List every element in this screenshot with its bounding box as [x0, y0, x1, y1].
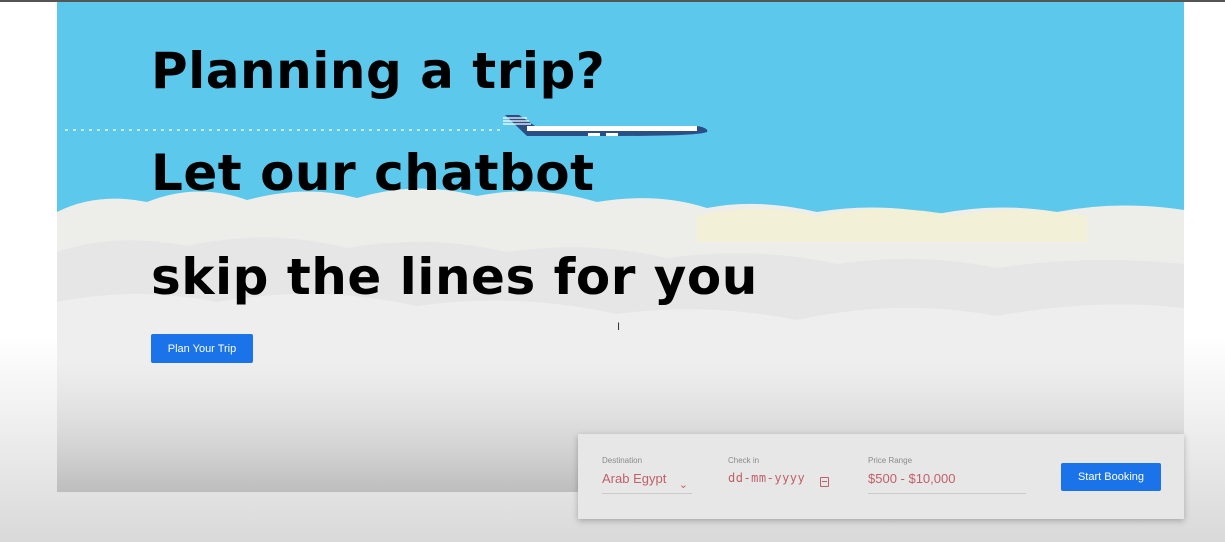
airplane-icon — [503, 115, 708, 136]
price-range-label: Price Range — [868, 456, 913, 465]
destination-select[interactable]: Destination Arab Egypt ⌄ — [602, 456, 692, 494]
start-booking-button[interactable]: Start Booking — [1061, 463, 1161, 491]
destination-label: Destination — [602, 456, 643, 465]
hero-section: Planning a trip? Let our chatbot skip th… — [57, 2, 1184, 492]
checkin-label: Check in — [728, 456, 760, 465]
plan-your-trip-button[interactable]: Plan Your Trip — [151, 334, 253, 363]
hero-headline-line-3: skip the lines for you — [151, 248, 758, 306]
booking-panel: Destination Arab Egypt ⌄ Check in dd-mm-… — [578, 434, 1184, 519]
hero-headline-line-2: Let our chatbot — [151, 144, 595, 202]
text-cursor-icon: I — [617, 321, 621, 333]
calendar-icon[interactable] — [820, 477, 829, 487]
price-range-value: $500 - $10,000 — [868, 471, 956, 486]
chevron-down-icon[interactable]: ⌄ — [679, 478, 688, 491]
hero-headline-line-1: Planning a trip? — [151, 42, 606, 100]
checkin-date-field[interactable]: Check in dd-mm-yyyy — [728, 456, 838, 487]
price-range-field[interactable]: Price Range $500 - $10,000 — [868, 456, 1026, 494]
